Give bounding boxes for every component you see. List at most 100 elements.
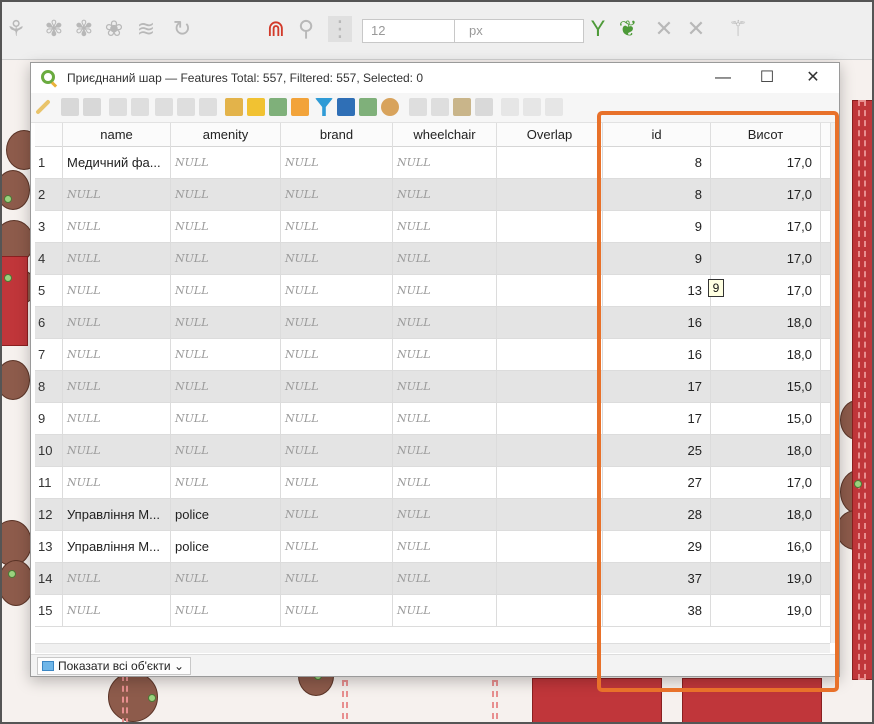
cell-id[interactable]: 38 [603,595,711,627]
cell-id[interactable]: 37 [603,563,711,595]
table-row[interactable]: 12 Управління М... police NULL NULL 28 18,0 [35,499,830,531]
cell-wheelchair[interactable]: NULL [393,307,497,339]
cell-id[interactable]: 25 [603,435,711,467]
row-number[interactable]: 9 [35,403,63,435]
cell-amenity[interactable]: police [171,499,281,531]
cell-wheelchair[interactable]: NULL [393,563,497,595]
row-number[interactable]: 6 [35,307,63,339]
cell-overlap[interactable] [497,435,603,467]
cell-overlap[interactable] [497,531,603,563]
cell-amenity[interactable]: NULL [171,371,281,403]
actions-icon[interactable] [545,98,563,116]
corner-cell[interactable] [35,123,63,147]
cell-amenity[interactable]: NULL [171,275,281,307]
cell-overlap[interactable] [497,307,603,339]
delete-feature-icon[interactable] [155,98,173,116]
cell-wheelchair[interactable]: NULL [393,243,497,275]
cell-brand[interactable]: NULL [281,243,393,275]
invert-selection-icon[interactable] [269,98,287,116]
row-number[interactable]: 5 [35,275,63,307]
delete-icon[interactable]: ✕ [652,16,676,42]
cut-icon[interactable] [177,98,195,116]
cell-amenity[interactable]: police [171,531,281,563]
cell-height[interactable]: 17,0 [711,275,821,307]
column-header-name[interactable]: name [63,123,171,147]
cell-overlap[interactable] [497,403,603,435]
conditional-format-icon[interactable] [501,98,519,116]
tool-icon[interactable]: ❀ [102,16,126,42]
cell-wheelchair[interactable]: NULL [393,499,497,531]
cell-height[interactable]: 17,0 [711,147,821,179]
cell-amenity[interactable]: NULL [171,403,281,435]
column-header-overlap[interactable]: Overlap [497,123,603,147]
move-selection-icon[interactable] [337,98,355,116]
row-number[interactable]: 7 [35,339,63,371]
zoom-to-icon[interactable] [381,98,399,116]
cell-wheelchair[interactable]: NULL [393,467,497,499]
tool-icon[interactable]: ⚲ [294,16,318,42]
expression-select-icon[interactable] [225,98,243,116]
cell-height[interactable]: 17,0 [711,211,821,243]
row-number[interactable]: 2 [35,179,63,211]
cell-height[interactable]: 18,0 [711,435,821,467]
cell-brand[interactable]: NULL [281,563,393,595]
cell-name[interactable]: Медичний фа... [63,147,171,179]
row-number[interactable]: 15 [35,595,63,627]
cell-name[interactable]: NULL [63,563,171,595]
magnet-icon[interactable]: ⋒ [264,16,288,42]
save-edits-icon[interactable] [83,98,101,116]
rotate-icon[interactable]: ↻ [170,16,194,42]
cell-amenity[interactable]: NULL [171,307,281,339]
cell-height[interactable]: 17,0 [711,179,821,211]
shape-icon[interactable]: ❦ [616,16,640,42]
cell-amenity[interactable]: NULL [171,435,281,467]
cell-overlap[interactable] [497,179,603,211]
cell-wheelchair[interactable]: NULL [393,595,497,627]
cell-brand[interactable]: NULL [281,307,393,339]
dock-icon[interactable] [523,98,541,116]
tool-icon[interactable]: ⋮ [328,16,352,42]
edit-pencil-icon[interactable] [35,99,51,115]
row-number[interactable]: 11 [35,467,63,499]
dialog-titlebar[interactable]: Приєднаний шар — Features Total: 557, Fi… [31,63,839,93]
cell-name[interactable]: NULL [63,435,171,467]
cell-height[interactable]: 19,0 [711,595,821,627]
table-row[interactable]: 15 NULL NULL NULL NULL 38 19,0 [35,595,830,627]
cell-id[interactable]: 8 [603,147,711,179]
horizontal-scrollbar[interactable] [35,643,830,653]
cell-name[interactable]: NULL [63,595,171,627]
table-row[interactable]: 7 NULL NULL NULL NULL 16 18,0 [35,339,830,371]
minimize-button[interactable]: — [703,67,743,89]
filter-icon[interactable] [315,98,333,116]
tool-icon[interactable]: ✕ [684,16,708,42]
cell-amenity[interactable]: NULL [171,467,281,499]
cell-id[interactable]: 16 [603,307,711,339]
cell-brand[interactable]: NULL [281,467,393,499]
cell-overlap[interactable] [497,595,603,627]
cell-amenity[interactable]: NULL [171,211,281,243]
copy-icon[interactable] [199,98,217,116]
cell-name[interactable]: NULL [63,371,171,403]
cell-amenity[interactable]: NULL [171,563,281,595]
table-row[interactable]: 3 NULL NULL NULL NULL 9 17,0 [35,211,830,243]
cell-brand[interactable]: NULL [281,595,393,627]
cell-id[interactable]: 17 [603,371,711,403]
cell-wheelchair[interactable]: NULL [393,339,497,371]
cell-overlap[interactable] [497,371,603,403]
cell-brand[interactable]: NULL [281,179,393,211]
cell-height[interactable]: 17,0 [711,243,821,275]
tool-icon[interactable]: ≋ [134,16,158,42]
cell-id[interactable]: 9 [603,243,711,275]
cell-name[interactable]: NULL [63,243,171,275]
select-all-icon[interactable] [247,98,265,116]
cell-brand[interactable]: NULL [281,499,393,531]
cell-name[interactable]: NULL [63,403,171,435]
unit-dropdown[interactable]: px [454,19,584,43]
row-number[interactable]: 10 [35,435,63,467]
close-button[interactable]: ✕ [793,67,833,89]
cell-height[interactable]: 18,0 [711,307,821,339]
cell-height[interactable]: 19,0 [711,563,821,595]
cell-wheelchair[interactable]: NULL [393,403,497,435]
row-number[interactable]: 14 [35,563,63,595]
cell-id[interactable]: 17 [603,403,711,435]
